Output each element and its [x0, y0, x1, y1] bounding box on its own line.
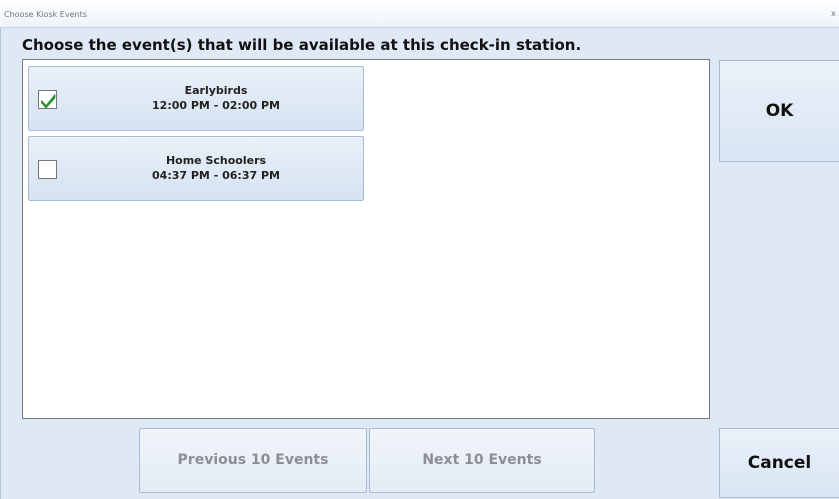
previous-events-button[interactable]: Previous 10 Events — [139, 428, 367, 493]
window-title: Choose Kiosk Events — [4, 10, 87, 19]
cancel-button[interactable]: Cancel — [719, 428, 839, 498]
event-time: 04:37 PM - 06:37 PM — [152, 169, 280, 182]
instruction-heading: Choose the event(s) that will be availab… — [22, 36, 582, 54]
event-checkbox-earlybirds[interactable] — [38, 90, 57, 109]
event-list-panel: Earlybirds 12:00 PM - 02:00 PM Home Scho… — [22, 59, 710, 419]
ok-button[interactable]: OK — [719, 60, 839, 162]
event-item-earlybirds[interactable]: Earlybirds 12:00 PM - 02:00 PM — [28, 66, 364, 131]
close-icon[interactable]: x — [831, 9, 839, 19]
event-name: Home Schoolers — [165, 154, 267, 167]
event-item-home-schoolers[interactable]: Home Schoolers 04:37 PM - 06:37 PM — [28, 136, 364, 201]
checkmark-icon — [40, 92, 56, 109]
next-events-button[interactable]: Next 10 Events — [369, 428, 595, 493]
event-checkbox-home-schoolers[interactable] — [38, 160, 57, 179]
event-name: Earlybirds — [184, 84, 248, 97]
event-time: 12:00 PM - 02:00 PM — [152, 99, 280, 112]
title-bar: Choose Kiosk Events x — [0, 0, 839, 28]
window-border — [0, 28, 1, 499]
